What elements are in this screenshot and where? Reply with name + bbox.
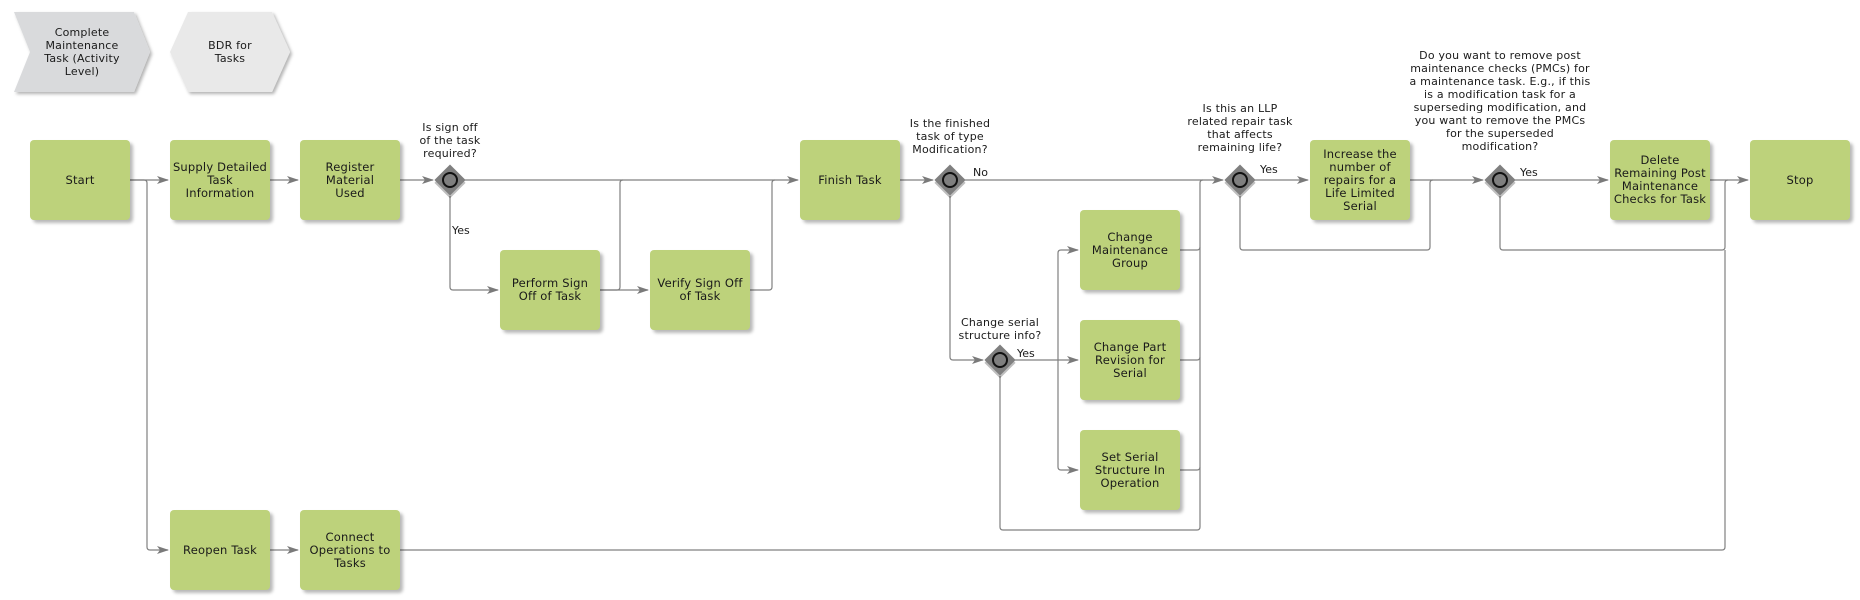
edge-label-modification-no: No — [973, 166, 988, 179]
gateway-label-llp: Is this an LLP related repair task that … — [1187, 102, 1293, 154]
edge-label-llp-yes: Yes — [1260, 163, 1278, 176]
edge-perform-main — [600, 179, 624, 291]
edge-gateway3-maint-group — [1057, 246, 1079, 360]
gateway-sign-off[interactable] — [434, 164, 466, 199]
gateway-label-sign-off: Is sign off of the task required? — [419, 121, 481, 160]
process-map-complete-maintenance-task[interactable]: Complete Maintenance Task (Activity Leve… — [30, 12, 134, 92]
task-increase-repairs[interactable]: Increase the number of repairs for a Lif… — [1310, 140, 1410, 220]
gateway-label-serial: Change serial structure info? — [958, 316, 1042, 342]
task-perform-sign-off[interactable]: Perform Sign Off of Task — [500, 250, 600, 330]
task-verify-sign-off[interactable]: Verify Sign Off of Task — [650, 250, 750, 330]
gateway-modification[interactable] — [934, 164, 966, 199]
task-register-material-used[interactable]: Register Material Used — [300, 140, 400, 220]
task-reopen-task[interactable]: Reopen Task — [170, 510, 270, 590]
gateway-label-remove-pmcs: Do you want to remove post maintenance c… — [1409, 49, 1591, 153]
gateway-circle-icon — [942, 172, 958, 188]
edge-label-pmc-yes: Yes — [1520, 166, 1538, 179]
edge-gateway1-perform — [449, 196, 499, 294]
edge-set-serial-merge — [1180, 466, 1201, 471]
task-change-maintenance-group[interactable]: Change Maintenance Group — [1080, 210, 1180, 290]
gateway-circle-icon — [992, 352, 1008, 368]
task-connect-operations[interactable]: Connect Operations to Tasks — [300, 510, 400, 590]
edge-label-serial-yes: Yes — [1017, 347, 1035, 360]
edge-part-revision-merge — [1180, 356, 1201, 361]
task-start[interactable]: Start — [30, 140, 130, 220]
process-map-bdr-for-tasks[interactable]: BDR for Tasks — [180, 12, 280, 92]
task-finish-task[interactable]: Finish Task — [800, 140, 900, 220]
edge-verify-main — [750, 179, 776, 291]
task-delete-pmcs[interactable]: Delete Remaining Post Maintenance Checks… — [1610, 140, 1710, 220]
gateway-llp[interactable] — [1224, 164, 1256, 199]
edge-start-reopen — [130, 179, 169, 554]
gateway-serial[interactable] — [984, 344, 1016, 379]
edge-gateway3-set-serial — [1057, 360, 1079, 474]
task-supply-detailed-task-information[interactable]: Supply Detailed Task Information — [170, 140, 270, 220]
edge-label-sign-off-yes: Yes — [452, 224, 470, 237]
task-set-serial-structure[interactable]: Set Serial Structure In Operation — [1080, 430, 1180, 510]
edge-maint-group-merge — [1180, 246, 1201, 251]
task-change-part-revision[interactable]: Change Part Revision for Serial — [1080, 320, 1180, 400]
gateway-circle-icon — [1492, 172, 1508, 188]
gateway-label-modification: Is the finished task of type Modificatio… — [909, 117, 991, 156]
gateway-circle-icon — [442, 172, 458, 188]
task-stop[interactable]: Stop — [1750, 140, 1850, 220]
gateway-circle-icon — [1232, 172, 1248, 188]
gateway-remove-pmcs[interactable] — [1484, 164, 1516, 199]
